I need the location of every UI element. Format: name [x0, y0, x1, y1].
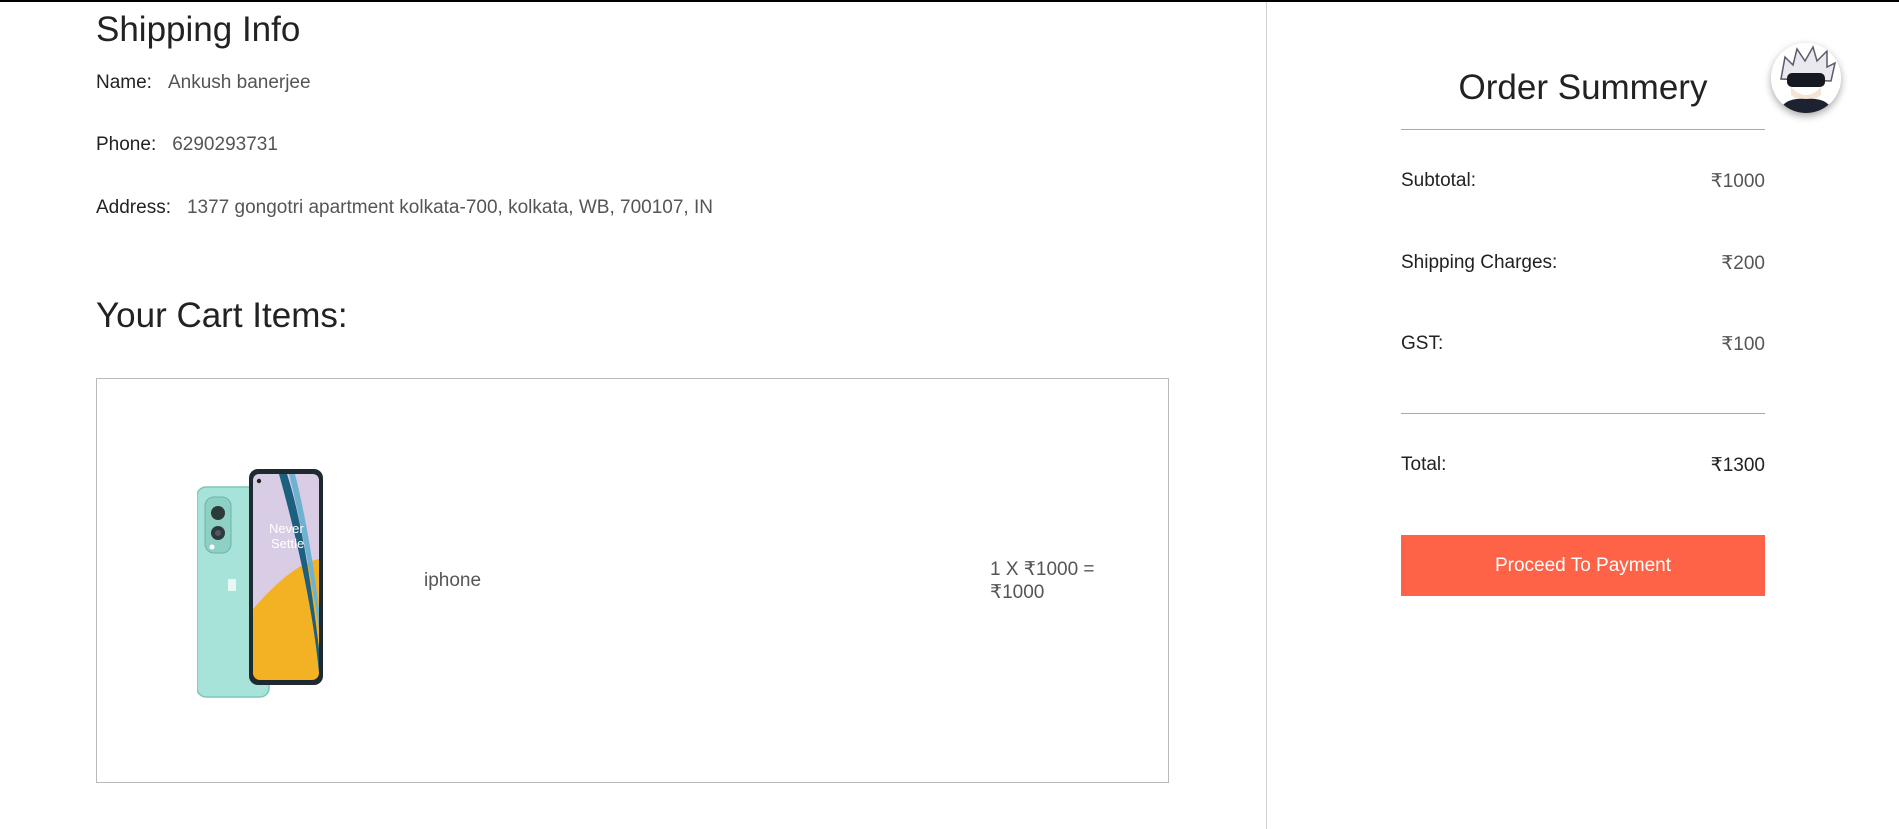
gst-row: GST: ₹100	[1401, 333, 1765, 356]
gst-value: ₹100	[1721, 334, 1765, 355]
shipping-charges-row: Shipping Charges: ₹200	[1401, 252, 1765, 275]
subtotal-value: ₹1000	[1710, 171, 1765, 192]
name-label: Name:	[96, 72, 152, 93]
shipping-charges-value: ₹200	[1721, 253, 1765, 274]
address-label: Address:	[96, 197, 171, 218]
name-value: Ankush banerjee	[167, 72, 311, 93]
svg-text:Settle: Settle	[271, 536, 304, 551]
proceed-to-payment-button[interactable]: Proceed To Payment	[1401, 535, 1765, 596]
user-avatar[interactable]	[1771, 43, 1841, 113]
cart-item-name[interactable]: iphone	[424, 570, 481, 592]
smartphone-product-image[interactable]: Never Settle	[196, 469, 337, 699]
summary-divider-top	[1401, 129, 1765, 130]
cart-items-title: Your Cart Items:	[96, 296, 348, 335]
vertical-divider	[1266, 2, 1267, 829]
subtotal-label: Subtotal:	[1401, 170, 1476, 191]
gst-label: GST:	[1401, 333, 1444, 354]
shipping-charges-label: Shipping Charges:	[1401, 252, 1558, 273]
phone-row: Phone: 6290293731	[96, 134, 278, 156]
summary-divider-bottom	[1401, 413, 1765, 414]
cart-item-calc-line2: ₹1000	[990, 582, 1045, 603]
svg-text:Never: Never	[269, 521, 304, 536]
total-value: ₹1300	[1710, 455, 1765, 476]
shipping-info-title: Shipping Info	[96, 10, 301, 49]
avatar-icon	[1771, 43, 1841, 113]
address-value: 1377 gongotri apartment kolkata-700, kol…	[186, 197, 713, 218]
shipping-section: Shipping Info Name: Ankush banerjee Phone…	[0, 2, 1266, 829]
name-row: Name: Ankush banerjee	[96, 72, 311, 94]
cart-item-calc-line1: 1 X ₹1000 =	[990, 559, 1095, 580]
cart-item-price: 1 X ₹1000 = ₹1000	[990, 558, 1110, 604]
address-row: Address: 1377 gongotri apartment kolkata-…	[96, 197, 713, 219]
phone-value: 6290293731	[172, 134, 278, 155]
cart-item: Never Settle iphone 1 X ₹1000 = ₹1000	[96, 378, 1169, 783]
total-label: Total:	[1401, 454, 1447, 475]
subtotal-row: Subtotal: ₹1000	[1401, 170, 1765, 193]
phone-label: Phone:	[96, 134, 157, 155]
order-summary-title: Order Summery	[1458, 68, 1708, 107]
total-row: Total: ₹1300	[1401, 454, 1765, 477]
